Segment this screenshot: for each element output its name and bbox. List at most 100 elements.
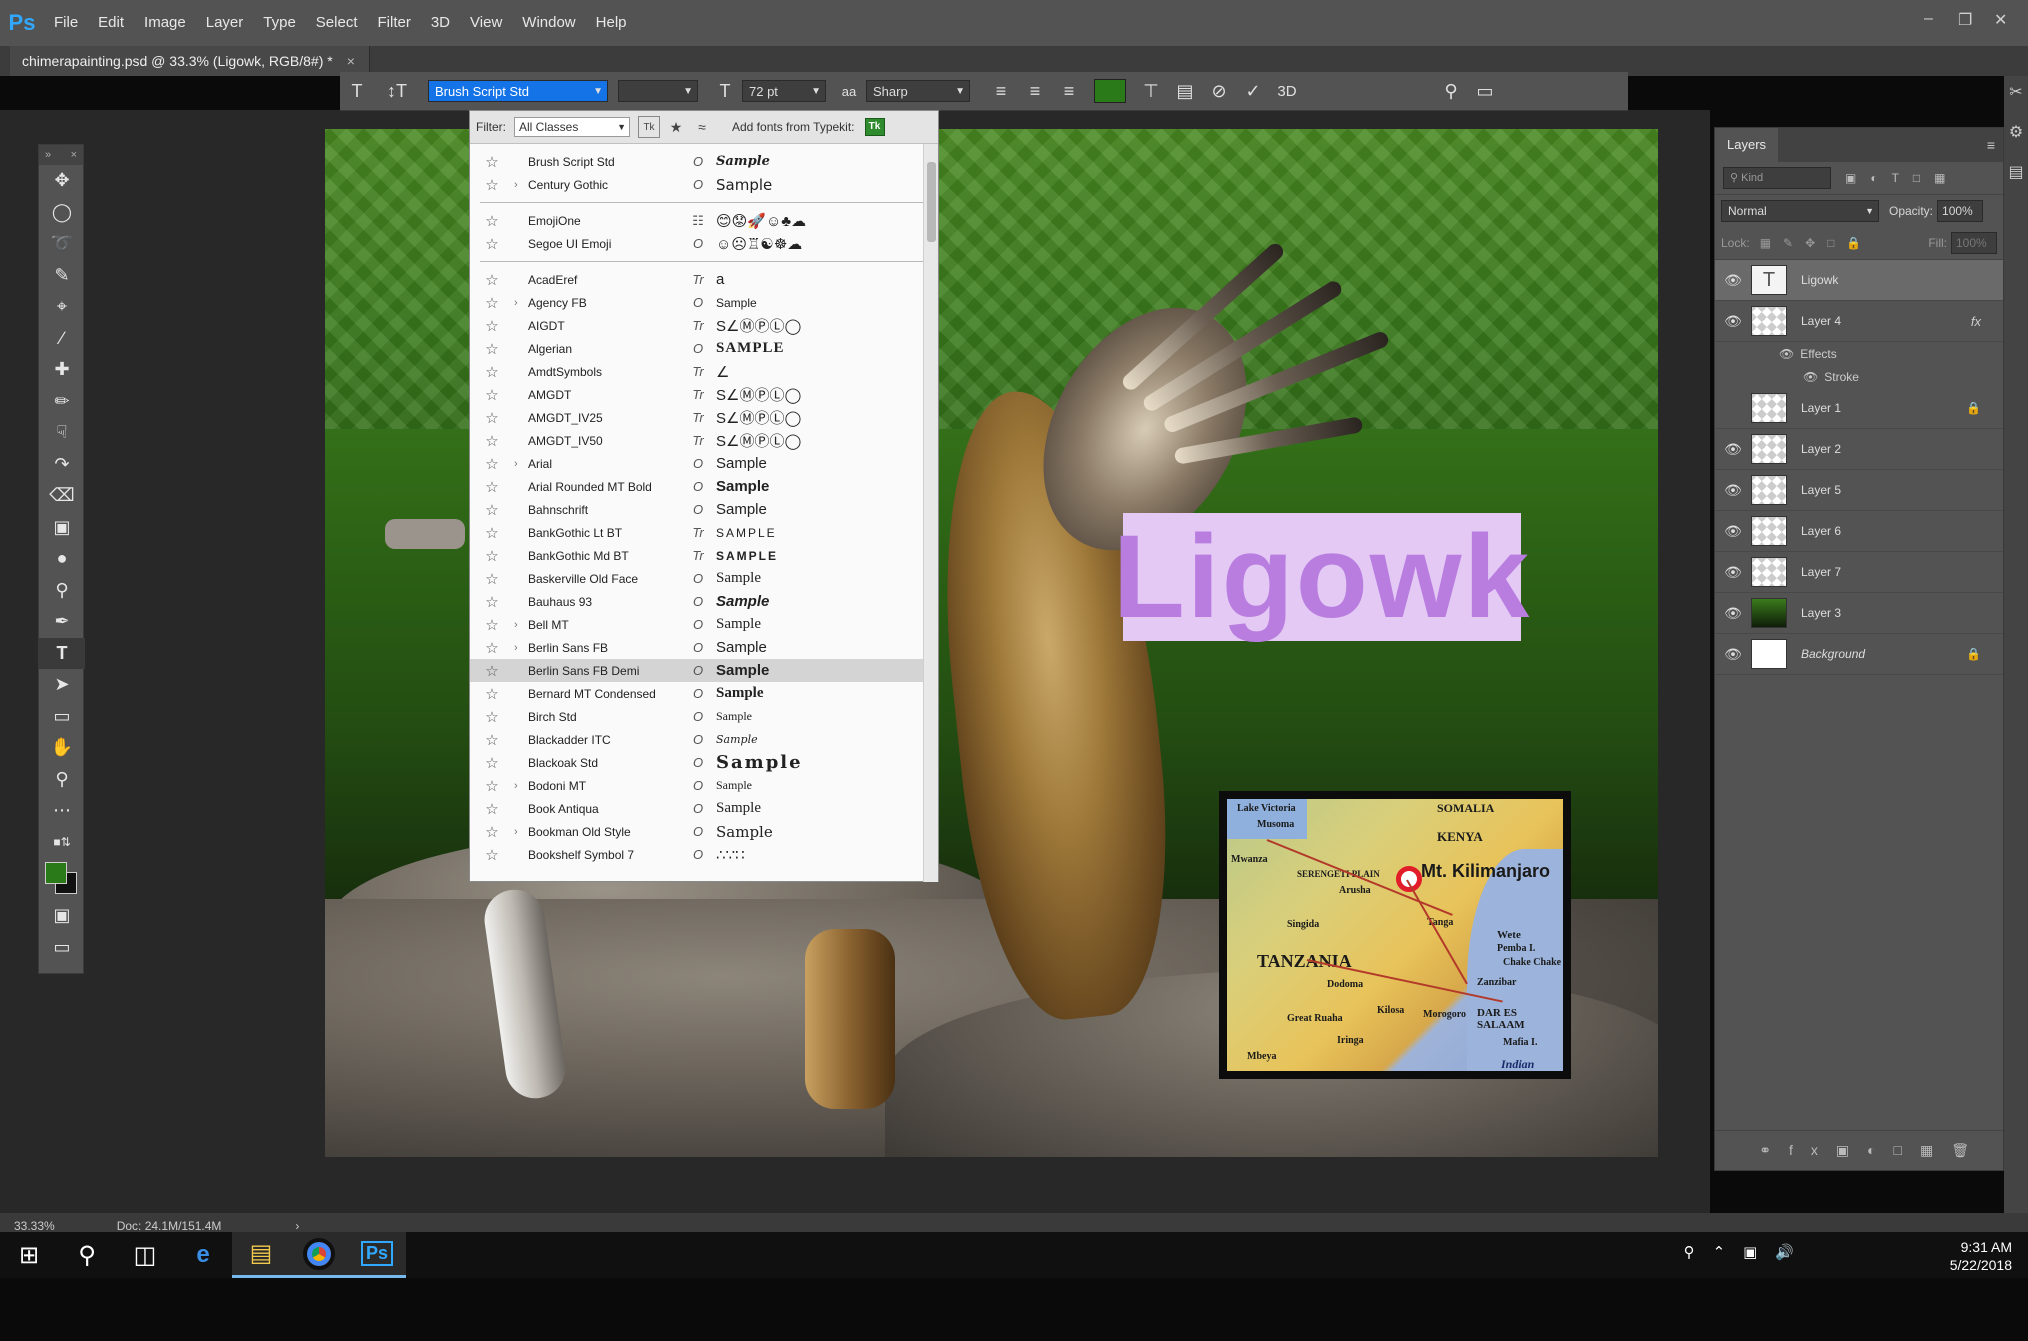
expand-chevron-icon[interactable]: › [514,619,528,631]
align-right-icon[interactable]: ≡ [1052,76,1086,106]
close-tab-icon[interactable]: × [347,53,355,69]
photoshop-taskbar-icon[interactable]: Ps [348,1232,406,1278]
minimize-button[interactable]: – [1924,10,1933,28]
font-style-field[interactable]: ▼ [618,80,698,102]
layer-row[interactable]: 👁 Layer 6 [1715,511,2003,552]
font-list-item[interactable]: ☆ Birch Std O Sample [470,705,938,728]
layer-filter-icons[interactable]: ▣◐T□▦ [1845,171,1960,185]
cancel-icon[interactable]: ⊘ [1202,76,1236,106]
fill-field[interactable]: 100% [1951,232,1997,254]
maximize-button[interactable]: ❐ [1958,10,1972,30]
favorite-star-icon[interactable]: ☆ [470,846,514,864]
font-list-item[interactable]: ☆ AIGDT Tr S∠ⓂⓅⓁ◯ [470,314,938,337]
chrome-icon[interactable] [290,1232,348,1278]
font-list-item[interactable]: ☆ Bauhaus 93 O Sample [470,590,938,613]
search-icon[interactable]: ⚲ [1434,76,1468,106]
font-list-item[interactable]: ☆ AmdtSymbols Tr ∠ [470,360,938,383]
marquee-tool-icon[interactable]: ◯ [39,197,85,229]
visibility-eye-icon[interactable]: 👁 [1715,646,1751,663]
font-list-item[interactable]: ☆ AcadEref Tr a [470,268,938,291]
font-size-field[interactable]: 72 pt ▼ [742,80,826,102]
font-list-item[interactable]: ☆ Berlin Sans FB Demi O Sample [470,659,938,682]
font-class-filter-select[interactable]: All Classes ▼ [514,117,630,137]
visibility-eye-icon[interactable]: 👁 [1803,370,1818,384]
panel-menu-icon[interactable]: ≡ [1987,137,1995,153]
visibility-eye-icon[interactable]: 👁 [1715,272,1751,289]
menu-help[interactable]: Help [586,0,637,46]
healing-brush-tool-icon[interactable]: ✚ [39,354,85,386]
document-tab[interactable]: chimerapainting.psd @ 33.3% (Ligowk, RGB… [10,46,370,76]
font-list-item[interactable]: ☆ Bahnschrift O Sample [470,498,938,521]
more-tools-icon[interactable]: ⋯ [39,795,85,827]
font-list-item[interactable]: ☆ › Century Gothic O Sample [470,173,938,196]
favorite-star-icon[interactable]: ☆ [470,340,514,358]
font-list-item[interactable]: ☆ Arial Rounded MT Bold O Sample [470,475,938,498]
layer-row[interactable]: 👁 Layer 4 fx [1715,301,2003,342]
font-list-item[interactable]: ☆ › Arial O Sample [470,452,938,475]
favorite-star-icon[interactable]: ☆ [470,731,514,749]
font-list-item[interactable]: ☆ BankGothic Lt BT Tr SAMPLE [470,521,938,544]
zoom-tool-icon[interactable]: ⚲ [39,764,85,796]
favorite-star-icon[interactable]: ☆ [470,235,514,253]
layer-action-icons[interactable]: ⚭fx▣◐□▦🗑 [1759,1142,1987,1159]
favorite-star-icon[interactable]: ☆ [470,662,514,680]
menu-window[interactable]: Window [512,0,585,46]
favorite-star-icon[interactable]: ☆ [470,708,514,726]
favorite-star-icon[interactable]: ☆ [470,501,514,519]
quick-mask-icon[interactable]: ▣ [39,900,85,932]
tools-icon[interactable]: ✂ [2004,82,2028,102]
menu-3d[interactable]: 3D [421,0,460,46]
font-list-item[interactable]: ☆ AMGDT_IV25 Tr S∠ⓂⓅⓁ◯ [470,406,938,429]
typekit-filter-icon[interactable]: Tk [638,116,660,138]
favorite-star-icon[interactable]: ☆ [470,409,514,427]
font-list-item[interactable]: ☆ Baskerville Old Face O Sample [470,567,938,590]
favorite-star-icon[interactable]: ☆ [470,212,514,230]
font-list-item[interactable]: ☆ Brush Script Std O Sample [470,150,938,173]
layer-row[interactable]: 👁 T Ligowk [1715,260,2003,301]
eyedropper-tool-icon[interactable]: ∕ [39,323,85,355]
path-select-tool-icon[interactable]: ➤ [39,669,85,701]
favorite-star-icon[interactable]: ☆ [470,271,514,289]
blend-mode-select[interactable]: Normal ▼ [1721,200,1879,222]
collapse-icon[interactable]: » [45,149,51,161]
font-list-item[interactable]: ☆ › Bookman Old Style O Sample [470,820,938,843]
layer-effects-row[interactable]: 👁 Effects [1715,342,2003,365]
quick-select-tool-icon[interactable]: ✎ [39,260,85,292]
font-list-item[interactable]: ☆ AMGDT Tr S∠ⓂⓅⓁ◯ [470,383,938,406]
favorite-star-icon[interactable]: ☆ [470,176,514,194]
visibility-eye-icon[interactable]: 👁 [1779,347,1794,361]
favorite-star-icon[interactable]: ☆ [470,547,514,565]
font-list-item[interactable]: ☆ BankGothic Md BT Tr SAMPLE [470,544,938,567]
font-list-item[interactable]: ☆ Algerian O SAMPLE [470,337,938,360]
clock-time[interactable]: 9:31 AM [1950,1238,2012,1256]
expand-chevron-icon[interactable]: › [514,297,528,309]
layer-row[interactable]: 👁 Layer 3 [1715,593,2003,634]
font-list-item[interactable]: ☆ › Bell MT O Sample [470,613,938,636]
font-list-item[interactable]: ☆ Blackadder ITC O Sample [470,728,938,751]
properties-icon[interactable]: ⚙ [2004,122,2028,142]
visibility-eye-icon[interactable]: 👁 [1715,441,1751,458]
history-brush-tool-icon[interactable]: ↷ [39,449,85,481]
edge-browser-icon[interactable]: e [174,1232,232,1278]
scroll-thumb[interactable] [927,162,936,242]
font-list-item[interactable]: ☆ Book Antiqua O Sample [470,797,938,820]
favorite-star-icon[interactable]: ☆ [470,524,514,542]
favorite-star-icon[interactable]: ☆ [470,386,514,404]
layer-row[interactable]: 👁 Layer 5 [1715,470,2003,511]
zoom-level[interactable]: 33.33% [14,1219,55,1233]
search-icon[interactable]: ⚲ [58,1232,116,1278]
layer-stroke-row[interactable]: 👁 Stroke [1715,365,2003,388]
blur-tool-icon[interactable]: ● [39,543,85,575]
favorite-star-icon[interactable]: ☆ [470,639,514,657]
menu-view[interactable]: View [460,0,512,46]
favorite-star-icon[interactable]: ☆ [470,823,514,841]
clock-date[interactable]: 5/22/2018 [1950,1256,2012,1274]
workspace-icon[interactable]: ▭ [1468,76,1502,106]
toggle-orientation-icon[interactable]: ↕T [380,76,414,106]
menu-type[interactable]: Type [253,0,306,46]
menu-filter[interactable]: Filter [368,0,421,46]
favorite-star-icon[interactable]: ☆ [470,317,514,335]
favorite-star-icon[interactable]: ☆ [470,455,514,473]
dodge-tool-icon[interactable]: ⚲ [39,575,85,607]
task-view-icon[interactable]: ◫ [116,1232,174,1278]
